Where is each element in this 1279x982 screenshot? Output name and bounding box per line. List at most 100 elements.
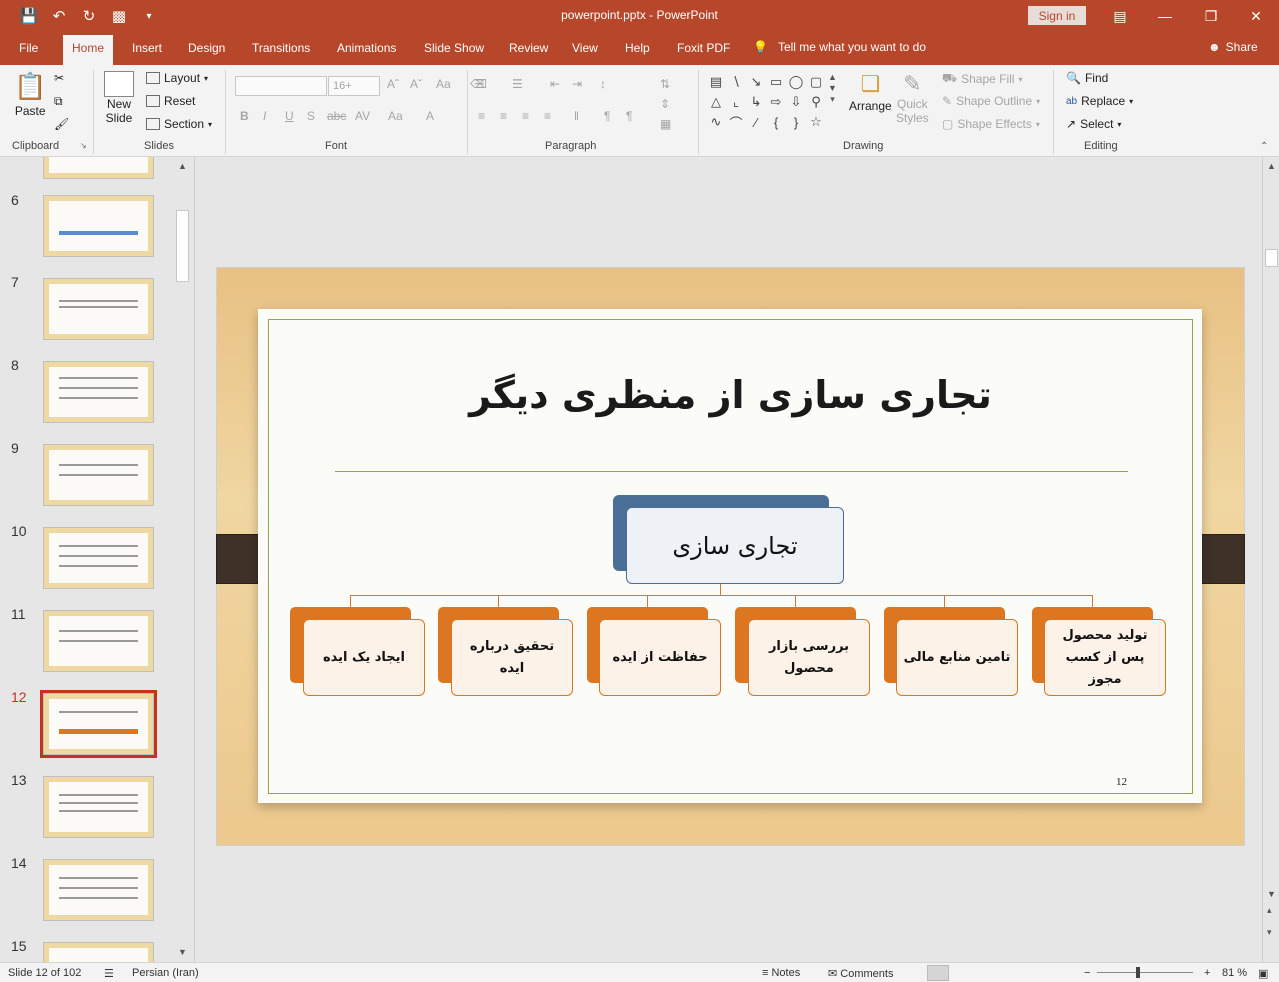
format-painter-icon[interactable]: 🖌 [54, 117, 69, 131]
bullets-icon[interactable]: ☰ [474, 77, 485, 91]
down-arrow-shape-icon[interactable]: ⇩ [786, 92, 806, 112]
redo-icon[interactable]: ↻ [74, 0, 104, 32]
shape-outline-button[interactable]: ✎ Shape Outline ▾ [942, 94, 1040, 108]
elbow-arrow-icon[interactable]: ↳ [746, 92, 766, 112]
next-slide-icon[interactable]: ▾ [1267, 927, 1272, 938]
minimize-icon[interactable]: — [1142, 0, 1188, 32]
editor-scrollbar[interactable]: ▲ ▼ ▴ ▾ [1262, 157, 1279, 962]
underline-icon[interactable]: U [285, 109, 294, 123]
find-button[interactable]: 🔍 Find [1066, 71, 1108, 85]
thumbnail-scrollbar[interactable]: ▲ ▼ [174, 157, 191, 962]
columns-icon[interactable]: ‖ [574, 109, 579, 123]
save-icon[interactable]: 💾 [14, 0, 44, 32]
right-brace-icon[interactable]: } [786, 112, 806, 132]
oval-shape-icon[interactable]: ◯ [786, 72, 806, 92]
tab-design[interactable]: Design [188, 41, 225, 55]
tab-home[interactable]: Home [63, 35, 114, 65]
line-spacing-icon[interactable]: ↕ [600, 77, 606, 91]
replace-button[interactable]: ab Replace ▾ [1066, 94, 1133, 108]
chevron-down-icon[interactable]: ▼ [828, 83, 837, 93]
slide-thumbnail-pane[interactable]: 6 7 8 9 10 11 12 13 14 15 [0, 157, 195, 962]
arc-shape-icon[interactable]: ⌒ [726, 112, 746, 132]
text-direction-icon[interactable]: ⇅ [660, 77, 670, 91]
child-node[interactable]: ایجاد یک ایده [303, 619, 425, 696]
textbox-shape-icon[interactable]: ▤ [706, 72, 726, 92]
slide-thumbnail[interactable] [43, 527, 154, 589]
language-indicator[interactable]: Persian (Iran) [132, 967, 199, 979]
tab-help[interactable]: Help [625, 41, 650, 55]
restore-icon[interactable]: ❐ [1188, 0, 1234, 32]
numbering-icon[interactable]: ☰ [512, 77, 523, 91]
curve-2-shape-icon[interactable]: ∕ [746, 112, 766, 132]
share-button[interactable]: ☻ Share [1208, 40, 1258, 54]
tab-foxit-pdf[interactable]: Foxit PDF [677, 41, 730, 55]
select-button[interactable]: ↗ Select ▾ [1066, 117, 1121, 131]
tab-file[interactable]: File [19, 41, 38, 55]
scrollbar-thumb[interactable] [176, 210, 189, 282]
undo-icon[interactable]: ↶ [44, 0, 74, 32]
tell-me-search[interactable]: 💡 Tell me what you want to do [753, 40, 926, 54]
more-icon[interactable]: ▾ [830, 94, 835, 105]
tab-slide-show[interactable]: Slide Show [424, 41, 484, 55]
chevron-up-icon[interactable]: ▲ [828, 72, 837, 82]
character-spacing-icon[interactable]: AV [355, 109, 370, 123]
ltr-icon[interactable]: ¶ [626, 109, 632, 123]
rounded-rectangle-shape-icon[interactable]: ▢ [806, 72, 826, 92]
arrow-line-shape-icon[interactable]: ↘ [746, 72, 766, 92]
italic-icon[interactable]: I [263, 109, 266, 123]
close-icon[interactable]: ✕ [1233, 0, 1279, 32]
triangle-shape-icon[interactable]: △ [706, 92, 726, 112]
paste-button[interactable]: 📋 Paste [14, 71, 46, 118]
shapes-gallery[interactable]: ▤ ∖ ↘ ▭ ◯ ▢ △ ⌞ ↳ ⇨ ⇩ ⚲ ∿ ⌒ ∕ { } ☆ [706, 72, 826, 134]
tab-insert[interactable]: Insert [132, 41, 162, 55]
scroll-down-icon[interactable]: ▼ [178, 947, 187, 957]
shape-fill-button[interactable]: ⛟ Shape Fill ▾ [942, 71, 1023, 87]
present-icon[interactable]: ▩ [104, 0, 134, 32]
slide-thumbnail[interactable] [43, 859, 154, 921]
zoom-level[interactable]: 81 % [1222, 967, 1247, 979]
slide-thumbnail[interactable] [43, 195, 154, 257]
tab-review[interactable]: Review [509, 41, 548, 55]
scroll-down-icon[interactable]: ▼ [1267, 889, 1276, 899]
zoom-out-button[interactable]: − [1084, 967, 1090, 979]
reset-button[interactable]: Reset [146, 94, 195, 108]
child-node[interactable]: تولید محصول پس از کسب مجوز [1044, 619, 1166, 696]
increase-indent-icon[interactable]: ⇥ [572, 77, 582, 91]
tab-transitions[interactable]: Transitions [252, 41, 310, 55]
slide-thumbnail[interactable] [43, 157, 154, 179]
shapes-scroll[interactable]: ▲ ▼ ▾ [828, 72, 837, 105]
quick-styles-button[interactable]: ✎ Quick Styles [896, 71, 929, 125]
reading-view-icon[interactable] [1008, 965, 1030, 981]
normal-view-icon[interactable] [927, 965, 949, 981]
callout-shape-icon[interactable]: ⚲ [806, 92, 826, 112]
left-brace-icon[interactable]: { [766, 112, 786, 132]
slide-thumbnail[interactable] [43, 942, 154, 962]
shape-effects-button[interactable]: ▢ Shape Effects ▾ [942, 117, 1040, 131]
comments-button[interactable]: ✉ Comments [828, 967, 893, 980]
child-node[interactable]: تامین منابع مالی [896, 619, 1018, 696]
child-node[interactable]: بررسی بازار محصول [748, 619, 870, 696]
clipboard-launcher-icon[interactable]: ↘ [80, 141, 87, 150]
scrollbar-thumb[interactable] [1265, 249, 1278, 267]
zoom-slider-handle[interactable] [1136, 967, 1140, 978]
align-center-icon[interactable]: ≡ [500, 109, 507, 123]
text-highlight-icon[interactable]: A [426, 109, 434, 123]
root-node[interactable]: تجاری سازی [626, 507, 844, 584]
child-node[interactable]: حفاظت از ایده [599, 619, 721, 696]
scroll-up-icon[interactable]: ▲ [1267, 161, 1276, 171]
zoom-slider-track[interactable] [1097, 972, 1193, 973]
right-arrow-shape-icon[interactable]: ⇨ [766, 92, 786, 112]
smartart-icon[interactable]: ▦ [660, 117, 671, 131]
sign-in-button[interactable]: Sign in [1028, 6, 1086, 25]
grow-font-icon[interactable]: Aˆ [387, 77, 399, 91]
layout-button[interactable]: Layout ▾ [146, 71, 208, 85]
chevron-down-icon[interactable]: ▾ [134, 0, 164, 32]
font-size-dropdown[interactable]: 16+ [328, 76, 380, 96]
slide-thumbnail[interactable] [43, 776, 154, 838]
notes-button[interactable]: ≡ Notes [762, 967, 800, 979]
slideshow-view-icon[interactable] [1048, 965, 1070, 981]
tab-animations[interactable]: Animations [337, 41, 396, 55]
spellcheck-icon[interactable]: ☰ [104, 967, 114, 980]
ribbon-display-options-icon[interactable]: ▤ [1097, 0, 1143, 32]
slide-thumbnail[interactable] [43, 361, 154, 423]
